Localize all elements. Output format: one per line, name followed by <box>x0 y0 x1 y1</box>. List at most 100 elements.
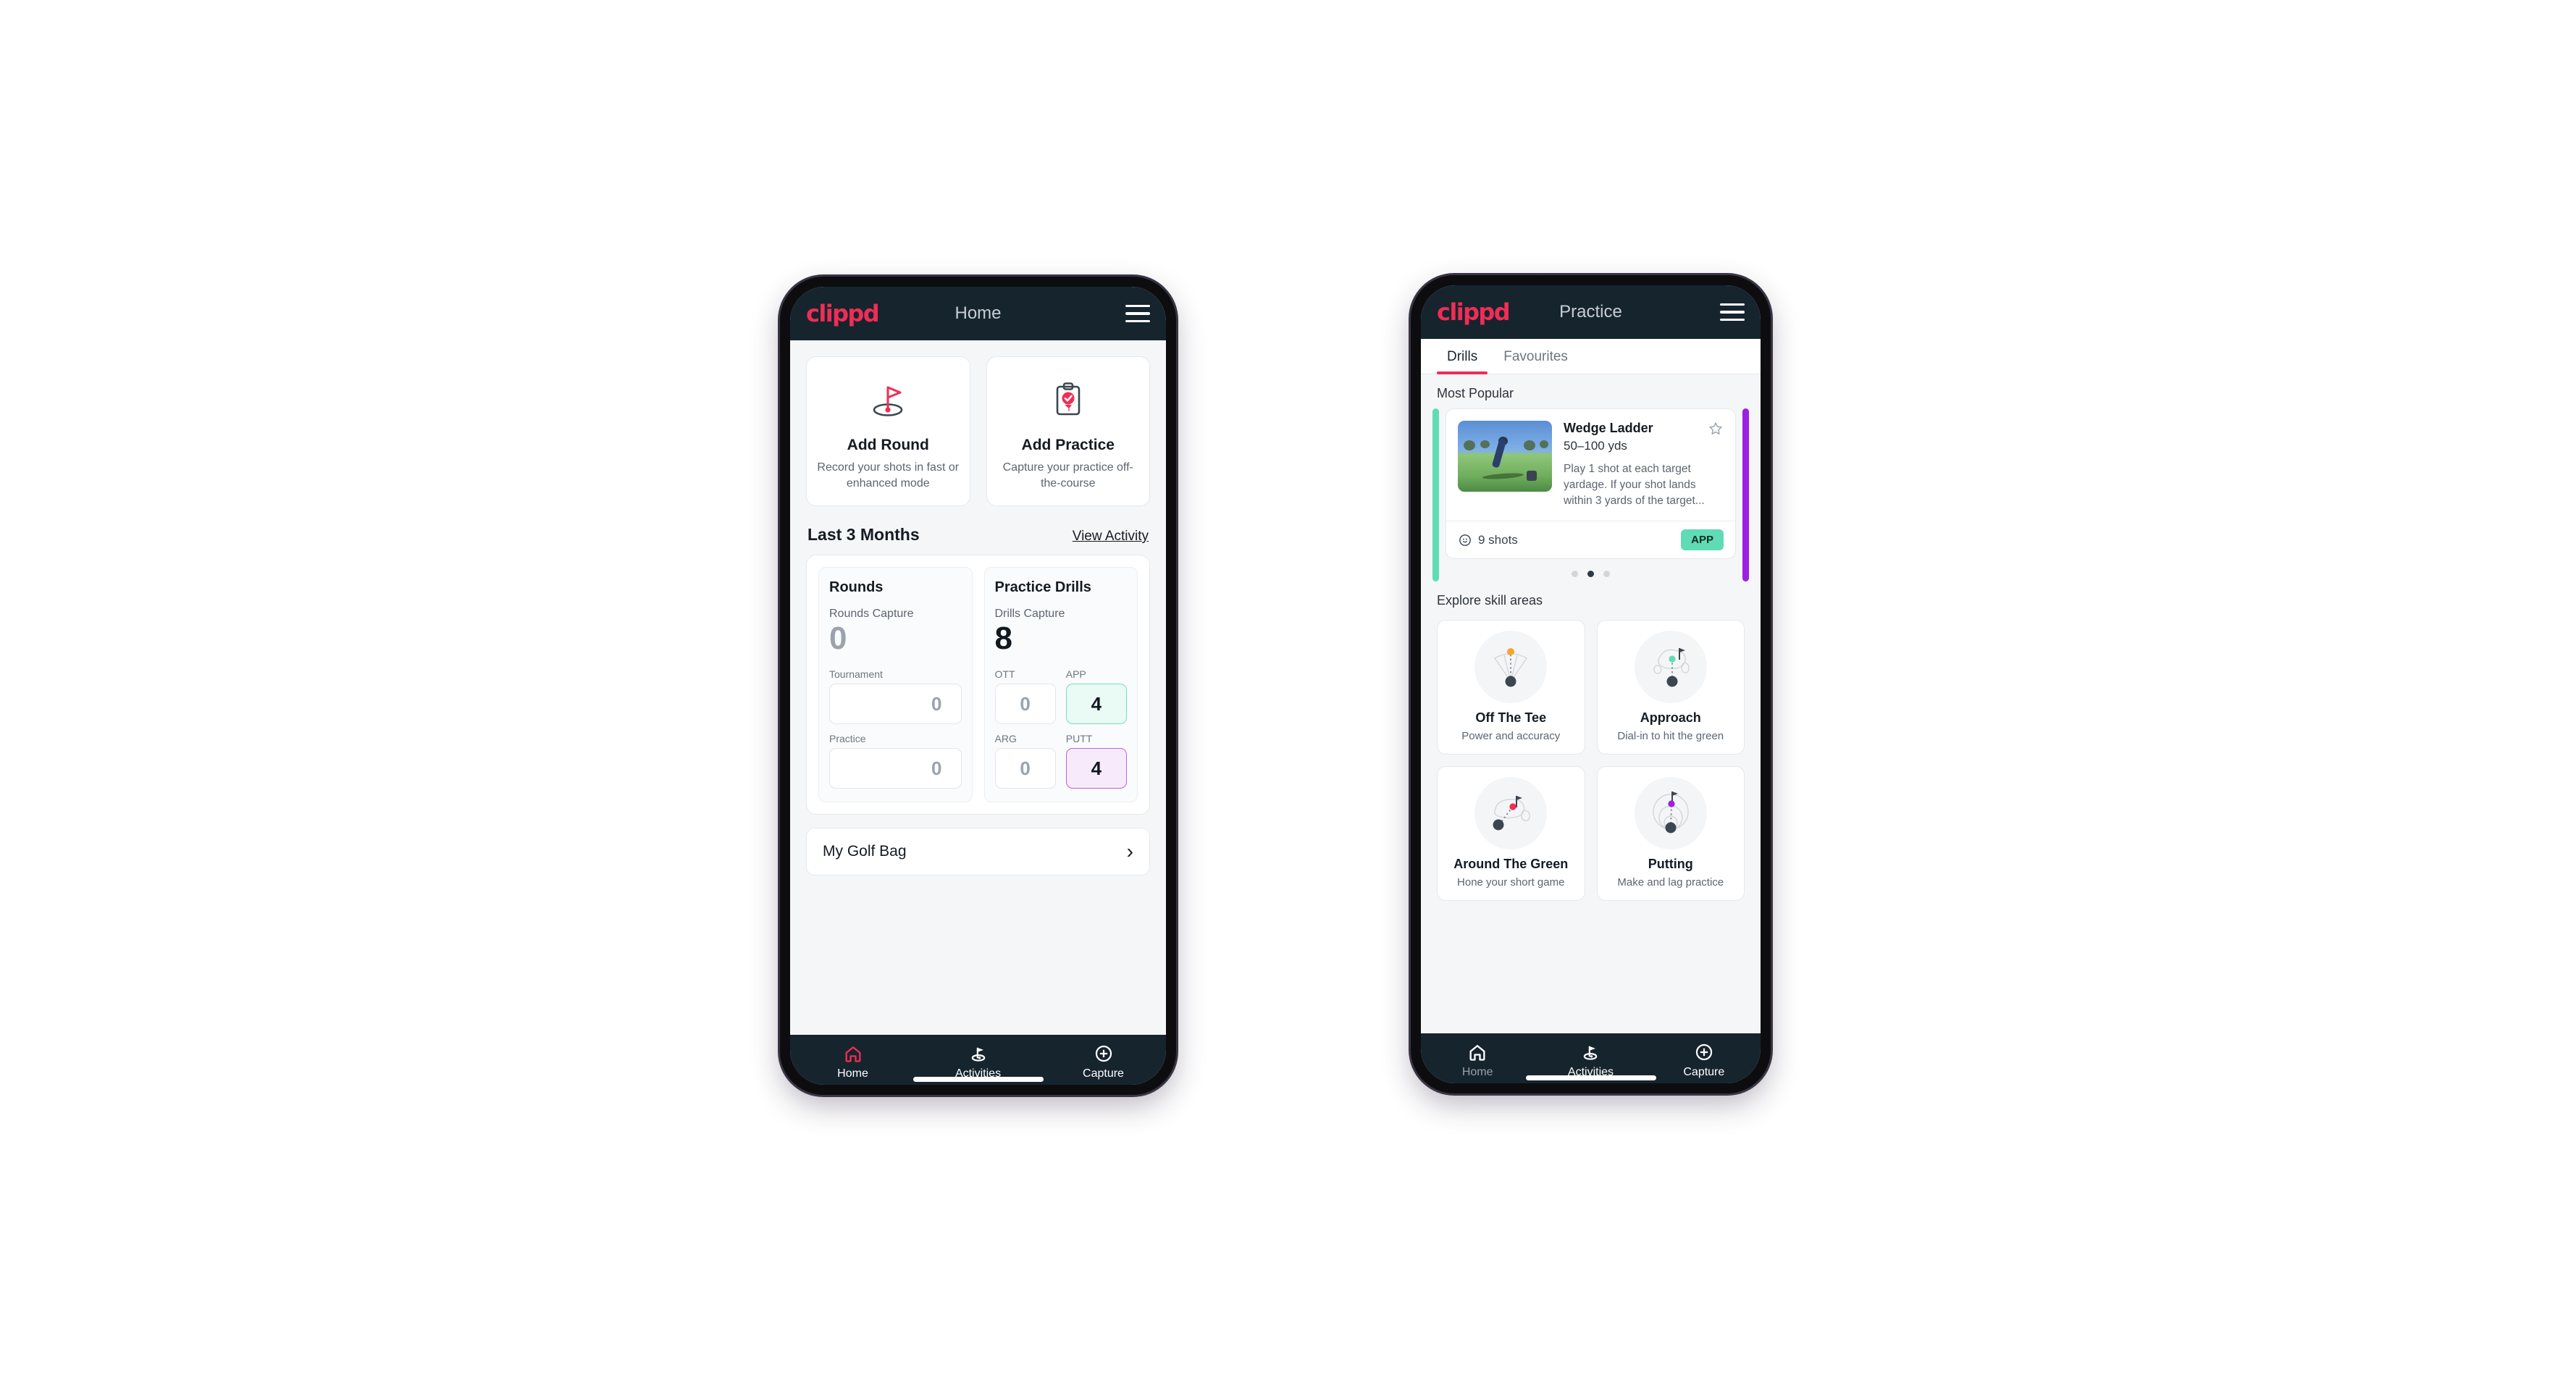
rounds-breakdown: Tournament 0 Practice 0 <box>829 668 962 789</box>
nav-item-home[interactable]: Home <box>790 1043 915 1080</box>
drills-breakdown: OTT 0 APP 4 ARG 0 PUTT 4 <box>994 668 1127 789</box>
practice-tabs: Drills Favourites <box>1421 339 1761 374</box>
drill-shots: 9 shots <box>1458 533 1518 547</box>
tab-drills[interactable]: Drills <box>1437 339 1488 374</box>
explore-skill-areas-label: Explore skill areas <box>1437 593 1543 608</box>
rounds-capture-value: 0 <box>829 621 847 657</box>
drills-capture-value: 8 <box>994 621 1012 657</box>
screenshot-canvas: clippd Home Add Round Record your shots … <box>0 0 2576 1386</box>
practice-bottom-nav: Home Activities Capture <box>1421 1033 1761 1083</box>
last-3-months-header: Last 3 Months View Activity <box>790 506 1166 555</box>
skill-card-approach[interactable]: Approach Dial-in to hit the green <box>1596 620 1745 755</box>
drill-carousel[interactable]: Wedge Ladder 50–100 yds Play 1 shot at e… <box>1421 408 1761 581</box>
arg-value[interactable]: 0 <box>994 748 1056 789</box>
hamburger-icon[interactable] <box>1720 303 1745 322</box>
app-cell: APP 4 <box>1065 668 1127 725</box>
rounds-heading: Rounds <box>829 579 884 596</box>
ott-label: OTT <box>994 668 1015 681</box>
drill-title: Wedge Ladder <box>1564 421 1653 435</box>
add-practice-subtitle: Capture your practice off-the-course <box>1002 461 1133 490</box>
ott-value[interactable]: 0 <box>994 684 1056 725</box>
tournament-value[interactable]: 0 <box>829 684 962 725</box>
chevron-right-icon: › <box>1126 840 1133 863</box>
star-outline-icon[interactable] <box>1708 421 1724 437</box>
home-icon <box>845 1046 860 1062</box>
add-round-card[interactable]: Add Round Record your shots in fast or e… <box>806 356 970 507</box>
my-golf-bag-label: My Golf Bag <box>823 843 907 860</box>
putt-value[interactable]: 4 <box>1065 748 1127 789</box>
skill-card-around-the-green[interactable]: Around The Green Hone your short game <box>1437 766 1585 901</box>
nav-item-capture[interactable]: Capture <box>1041 1043 1166 1080</box>
nav-item-capture[interactable]: Capture <box>1648 1042 1761 1079</box>
skill-name: Approach <box>1640 710 1701 725</box>
view-activity-link[interactable]: View Activity <box>1073 529 1149 545</box>
drill-thumbnail <box>1458 421 1552 492</box>
hamburger-icon[interactable] <box>1125 304 1150 323</box>
nav-item-activities[interactable]: Activities <box>915 1043 1041 1080</box>
plus-circle-icon <box>1095 1045 1112 1062</box>
skill-subtitle: Power and accuracy <box>1461 730 1561 742</box>
nav-label-capture: Capture <box>1083 1067 1124 1080</box>
nav-item-activities[interactable]: Activities <box>1534 1042 1647 1079</box>
rounds-capture-label: Rounds Capture <box>829 608 914 621</box>
drill-description: Play 1 shot at each target yardage. If y… <box>1564 463 1705 507</box>
chip-green-icon <box>1474 777 1548 849</box>
clippd-logo[interactable]: clippd <box>806 300 880 327</box>
my-golf-bag-row[interactable]: My Golf Bag › <box>806 828 1150 876</box>
drill-card-wedge-ladder[interactable]: Wedge Ladder 50–100 yds Play 1 shot at e… <box>1446 408 1736 559</box>
nav-label-home: Home <box>1461 1066 1493 1078</box>
practice-label: Practice <box>829 733 866 745</box>
practice-scroll-body: Most Popular Wedge Ladder 50–100 yds Pla… <box>1421 374 1761 1033</box>
green-flag-icon <box>1634 631 1707 703</box>
skill-card-putting[interactable]: Putting Make and lag practice <box>1596 766 1745 901</box>
arg-label: ARG <box>994 733 1017 745</box>
add-round-title: Add Round <box>847 437 929 453</box>
carousel-dots <box>1437 559 1745 581</box>
tournament-cell: Tournament 0 <box>829 668 962 725</box>
carousel-prev-edge[interactable] <box>1432 408 1439 581</box>
drill-skill-badge: APP <box>1681 529 1724 550</box>
target-icon <box>1459 534 1471 546</box>
skill-subtitle: Dial-in to hit the green <box>1617 730 1724 742</box>
skill-name: Putting <box>1648 857 1693 871</box>
nav-item-home[interactable]: Home <box>1421 1042 1534 1079</box>
carousel-dot[interactable] <box>1603 571 1610 577</box>
quick-actions: Add Round Record your shots in fast or e… <box>790 340 1166 507</box>
carousel-dot[interactable] <box>1572 571 1578 577</box>
app-value[interactable]: 4 <box>1065 684 1127 725</box>
section-title: Last 3 Months <box>807 525 920 545</box>
home-indicator-bar <box>1525 1075 1656 1080</box>
most-popular-label: Most Popular <box>1437 386 1514 400</box>
carousel-next-edge[interactable] <box>1742 408 1749 581</box>
practice-appbar: clippd Practice <box>1421 285 1761 339</box>
tournament-label: Tournament <box>829 668 883 681</box>
rounds-column: Rounds Rounds Capture 0 Tournament 0 Pra… <box>818 567 973 803</box>
home-scroll-body: Add Round Record your shots in fast or e… <box>790 340 1166 1035</box>
stats-card: Rounds Rounds Capture 0 Tournament 0 Pra… <box>806 555 1150 815</box>
golf-flag-icon <box>865 373 910 427</box>
clippd-logo[interactable]: clippd <box>1437 298 1511 326</box>
putt-label: PUTT <box>1065 733 1093 745</box>
skill-name: Around The Green <box>1453 857 1569 871</box>
plus-circle-icon <box>1695 1043 1712 1061</box>
add-practice-card[interactable]: Add Practice Capture your practice off-t… <box>986 356 1150 507</box>
app-label: APP <box>1065 668 1086 681</box>
skill-card-off-the-tee[interactable]: Off The Tee Power and accuracy <box>1437 620 1585 755</box>
tab-favourites[interactable]: Favourites <box>1493 339 1578 374</box>
phone-practice: clippd Practice Drills Favourites Most P… <box>1411 275 1771 1093</box>
skill-subtitle: Hone your short game <box>1457 876 1565 889</box>
ott-cell: OTT 0 <box>994 668 1056 725</box>
drill-yardage: 50–100 yds <box>1564 439 1627 453</box>
practice-drills-column: Practice Drills Drills Capture 8 OTT 0 A… <box>983 567 1138 803</box>
drills-capture-label: Drills Capture <box>994 608 1065 621</box>
clipboard-check-icon <box>1046 373 1091 427</box>
phone-notch <box>923 277 1033 283</box>
practice-value[interactable]: 0 <box>829 748 962 789</box>
drill-shots-label: 9 shots <box>1478 532 1518 547</box>
add-practice-title: Add Practice <box>1021 437 1115 453</box>
phone-home: clippd Home Add Round Record your shots … <box>780 277 1176 1095</box>
home-appbar: clippd Home <box>790 287 1166 340</box>
tee-fan-icon <box>1474 631 1548 703</box>
skill-areas-grid: Off The Tee Power and accuracy Approach … <box>1421 616 1761 901</box>
carousel-dot-active[interactable] <box>1587 571 1594 577</box>
